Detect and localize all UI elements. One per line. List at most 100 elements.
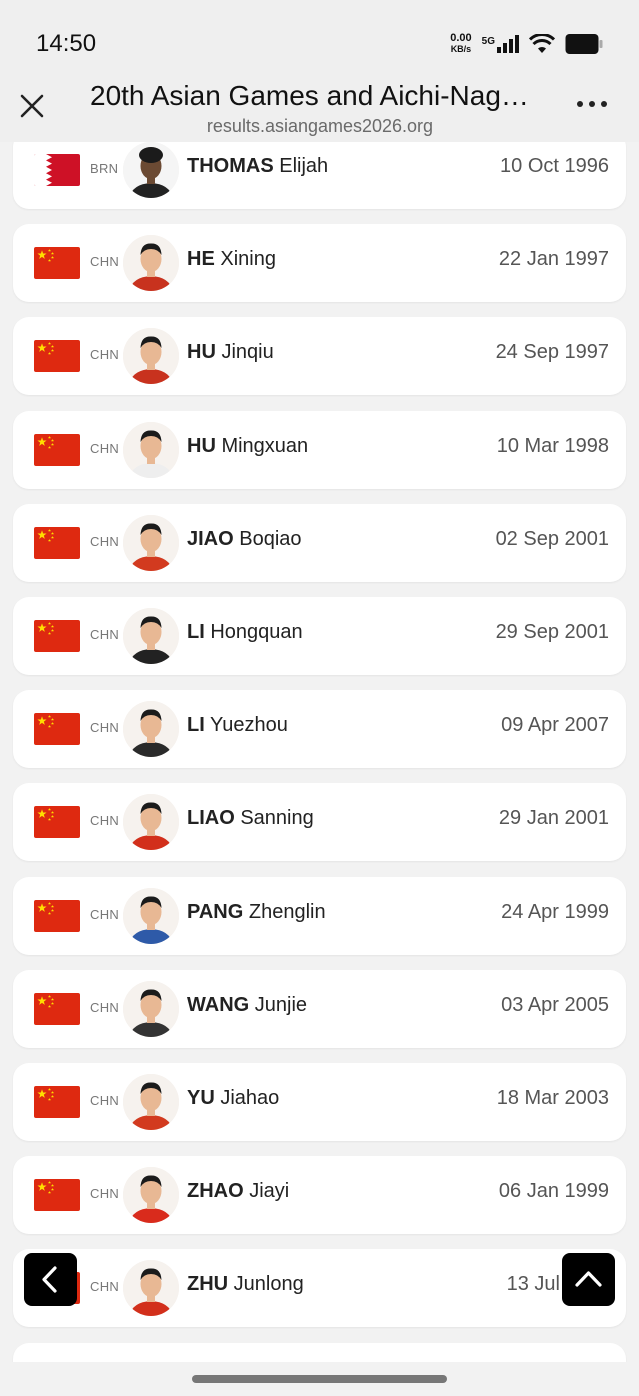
athlete-photo (123, 1167, 179, 1224)
athlete-row[interactable]: CHN ZHU Junlong 13 Jul (13, 1249, 626, 1328)
date-of-birth: 06 Jan 1999 (498, 1180, 609, 1203)
noc-code: CHN (90, 906, 120, 922)
china-flag-icon (34, 433, 80, 466)
athlete-photo (123, 328, 179, 385)
athlete-row[interactable]: CHN JIAO Boqiao 02 Sep 2001 (13, 503, 626, 582)
signal-bars-icon (497, 35, 519, 53)
more-dot-icon (577, 101, 583, 107)
athlete-name: THOMAS Elijah (187, 155, 328, 178)
status-time: 14:50 (36, 30, 97, 57)
athlete-row[interactable]: CHN LI Hongquan 29 Sep 2001 (13, 597, 626, 675)
browser-header: 20th Asian Games and Aichi-Nag… results.… (0, 80, 639, 142)
athlete-name: HU Mingxuan (187, 435, 308, 458)
athlete-given-name: Elijah (279, 155, 329, 177)
date-of-birth: 10 Oct 1996 (500, 155, 609, 177)
athlete-name: LIAO Sanning (187, 807, 314, 830)
athlete-surname: THOMAS (187, 155, 274, 177)
date-of-birth: 02 Sep 2001 (495, 527, 609, 550)
athlete-surname: HU (187, 434, 216, 457)
date-of-birth: 10 Mar 1998 (496, 434, 609, 457)
athlete-given-name: Jiahao (220, 1087, 280, 1109)
athlete-given-name: Jinqiu (221, 341, 274, 364)
athlete-given-name: Yuezhou (209, 714, 288, 737)
net-speed-unit: KB/s (450, 44, 472, 54)
athlete-given-name: Boqiao (239, 527, 302, 550)
close-button[interactable] (18, 92, 46, 120)
athlete-given-name: Jiayi (249, 1180, 290, 1203)
athlete-name: HE Xining (187, 248, 276, 271)
more-dot-icon (601, 101, 607, 107)
athlete-row[interactable]: CHN YU Jiahao 18 Mar 2003 (13, 1063, 626, 1141)
date-of-birth: 24 Apr 1999 (501, 900, 609, 923)
china-flag-icon (34, 806, 80, 839)
athlete-list: BRN THOMAS Elijah 10 Oct 1996 CHN HE Xining 2… (0, 142, 639, 1362)
athlete-row[interactable]: CHN HE Xining 22 Jan 1997 (13, 224, 626, 303)
noc-code: CHN (90, 720, 120, 736)
athlete-name: YU Jiahao (187, 1087, 279, 1110)
noc-code: CHN (90, 1093, 120, 1108)
noc-code: CHN (90, 999, 120, 1015)
athlete-photo (123, 887, 179, 944)
athlete-surname: HE (187, 248, 215, 271)
battery-icon (565, 33, 603, 55)
china-flag-icon (34, 992, 80, 1025)
athlete-name: WANG Junjie (187, 994, 307, 1017)
athlete-row[interactable]: CHN HU Mingxuan 10 Mar 1998 (13, 410, 626, 489)
athlete-name: LI Hongquan (187, 621, 303, 644)
athlete-row[interactable]: CHN WANG Junjie 03 Apr 2005 (13, 969, 626, 1048)
more-dot-icon (589, 101, 595, 107)
athlete-name: PANG Zhenglin (187, 901, 326, 924)
china-flag-icon (34, 899, 80, 932)
athlete-surname: LIAO (187, 807, 235, 830)
noc-code: CHN (90, 1186, 120, 1202)
back-button[interactable] (24, 1253, 77, 1306)
athlete-given-name: Junjie (254, 993, 308, 1016)
athlete-name: LI Yuezhou (187, 714, 288, 737)
athlete-row[interactable]: CHN LI Yuezhou 09 Apr 2007 (13, 690, 626, 769)
athlete-given-name: Hongquan (210, 621, 303, 643)
athlete-row[interactable]: CHN HU Jinqiu 24 Sep 1997 (13, 317, 626, 396)
athlete-photo (123, 1260, 179, 1317)
home-indicator[interactable] (192, 1375, 447, 1383)
network-type: 5G (481, 36, 495, 47)
athlete-photo (123, 794, 179, 851)
chevron-left-icon (42, 1266, 57, 1293)
scroll-to-top-button[interactable] (562, 1253, 615, 1306)
noc-code: CHN (90, 813, 120, 829)
noc-code: CHN (90, 347, 120, 363)
more-options-button[interactable] (577, 94, 611, 114)
athlete-surname: ZHAO (187, 1180, 244, 1203)
china-flag-icon (34, 247, 80, 280)
date-of-birth: 22 Jan 1997 (498, 248, 609, 271)
noc-code: CHN (90, 254, 120, 270)
athlete-row[interactable]: BRN THOMAS Elijah 10 Oct 1996 (13, 142, 626, 209)
athlete-photo (123, 421, 179, 478)
noc-code: CHN (90, 627, 120, 642)
close-icon (20, 94, 44, 118)
athlete-row[interactable]: CHN LIAO Sanning 29 Jan 2001 (13, 783, 626, 862)
athlete-surname: PANG (187, 900, 244, 923)
china-flag-icon (34, 713, 80, 746)
athlete-surname: YU (187, 1087, 215, 1109)
athlete-surname: LI (187, 714, 205, 737)
athlete-photo (123, 1074, 179, 1130)
china-flag-icon (34, 526, 80, 559)
athlete-given-name: Mingxuan (221, 434, 309, 457)
athlete-given-name: Junlong (233, 1273, 304, 1296)
net-speed: 0.00 KB/s (450, 33, 471, 55)
china-flag-icon (34, 620, 80, 652)
athlete-row[interactable]: CHN ZHAO Jiayi 06 Jan 1999 (13, 1156, 626, 1235)
athlete-name: ZHAO Jiayi (187, 1180, 289, 1203)
athlete-row[interactable] (13, 1342, 626, 1362)
athlete-row[interactable]: CHN PANG Zhenglin 24 Apr 1999 (13, 876, 626, 955)
athlete-name: JIAO Boqiao (187, 528, 302, 551)
china-flag-icon (34, 1179, 80, 1212)
date-of-birth: 03 Apr 2005 (501, 993, 609, 1016)
athlete-name: HU Jinqiu (187, 341, 274, 364)
athlete-photo (123, 235, 179, 292)
status-icons: 0.00 KB/s 5G (450, 30, 603, 58)
noc-code: CHN (90, 533, 120, 549)
wifi-icon (529, 34, 555, 54)
date-of-birth: 24 Sep 1997 (495, 341, 609, 364)
date-of-birth: 29 Jan 2001 (498, 807, 609, 830)
